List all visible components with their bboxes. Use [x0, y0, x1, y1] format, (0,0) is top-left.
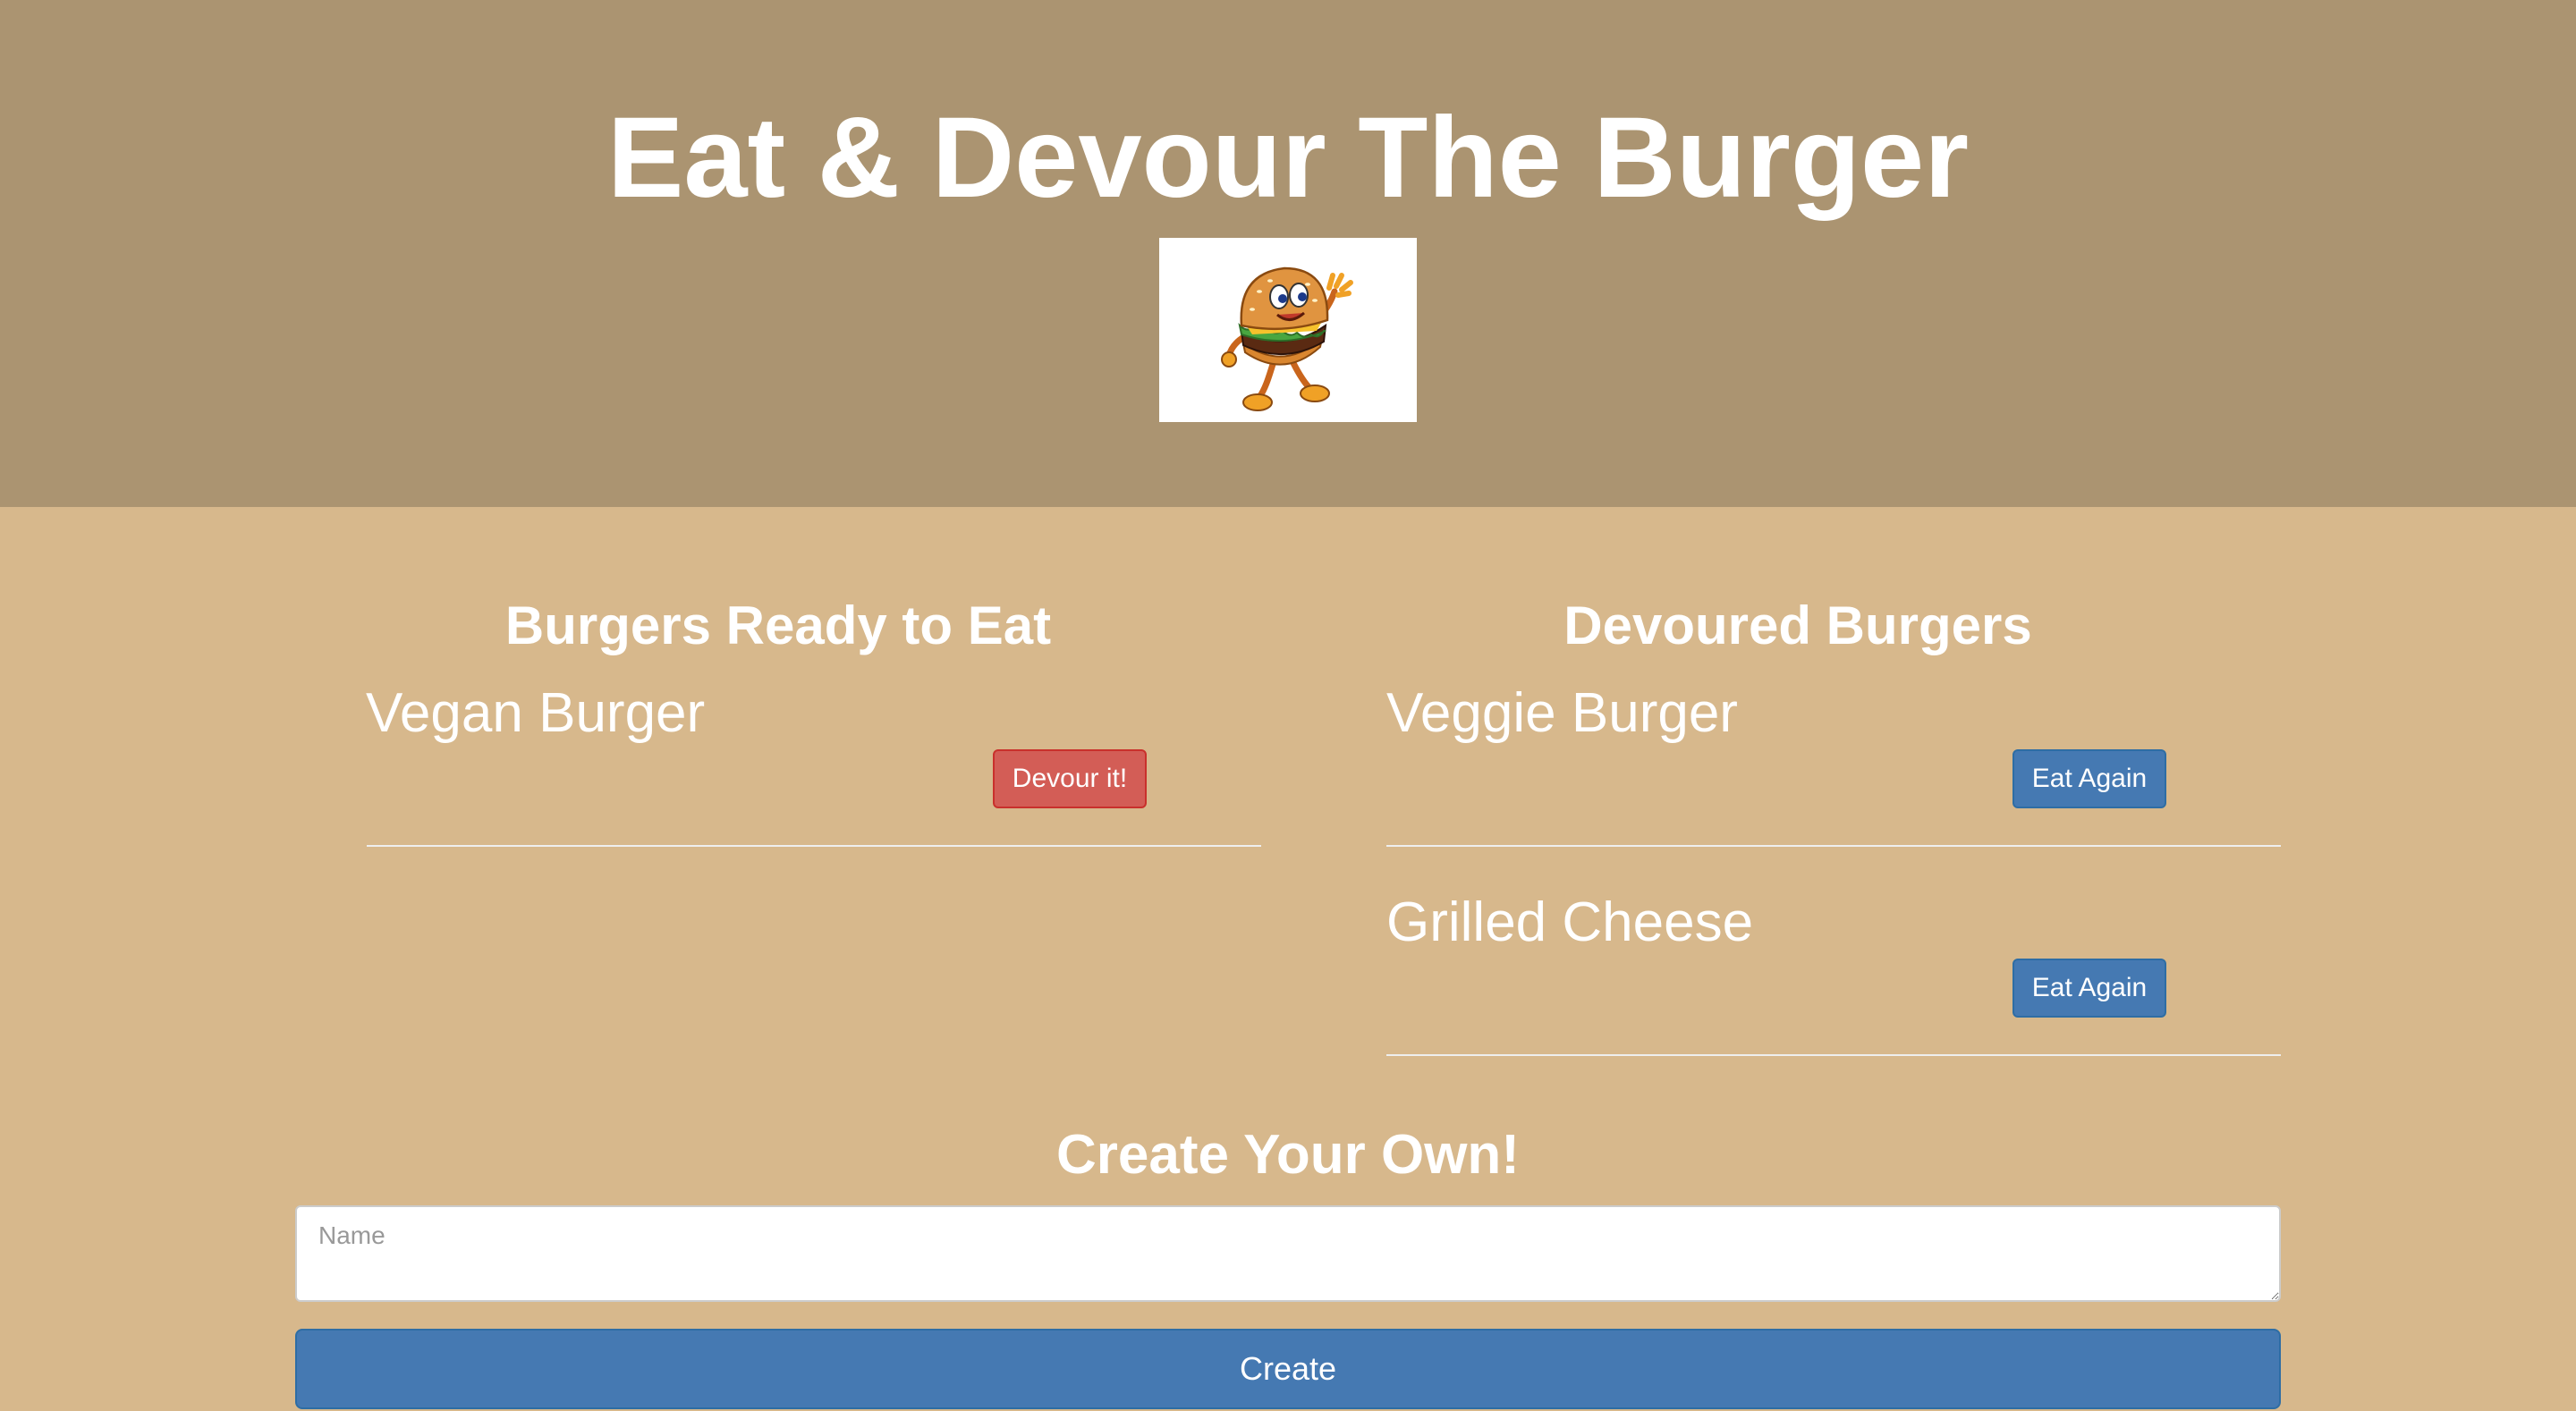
waving-burger-mascot-icon [1221, 266, 1353, 411]
create-heading: Create Your Own! [1056, 1124, 1520, 1186]
burger-name: Vegan Burger [366, 682, 706, 744]
divider [1386, 1054, 2281, 1056]
devour-button[interactable]: Devour it! [993, 749, 1147, 808]
devoured-heading: Devoured Burgers [1563, 596, 2032, 655]
burger-name: Grilled Cheese [1386, 891, 1754, 953]
eat-again-button[interactable]: Eat Again [2012, 959, 2166, 1018]
ready-heading: Burgers Ready to Eat [504, 596, 1052, 655]
divider [367, 845, 1261, 847]
header-banner: Eat & Devour The Burger [0, 0, 2576, 507]
create-button[interactable]: Create [295, 1329, 2281, 1409]
page-title: Eat & Devour The Burger [606, 94, 1970, 222]
divider [1386, 845, 2281, 847]
burger-logo [1159, 238, 1417, 422]
burger-name: Veggie Burger [1386, 682, 1738, 744]
name-input[interactable] [295, 1205, 2281, 1302]
eat-again-button[interactable]: Eat Again [2012, 749, 2166, 808]
